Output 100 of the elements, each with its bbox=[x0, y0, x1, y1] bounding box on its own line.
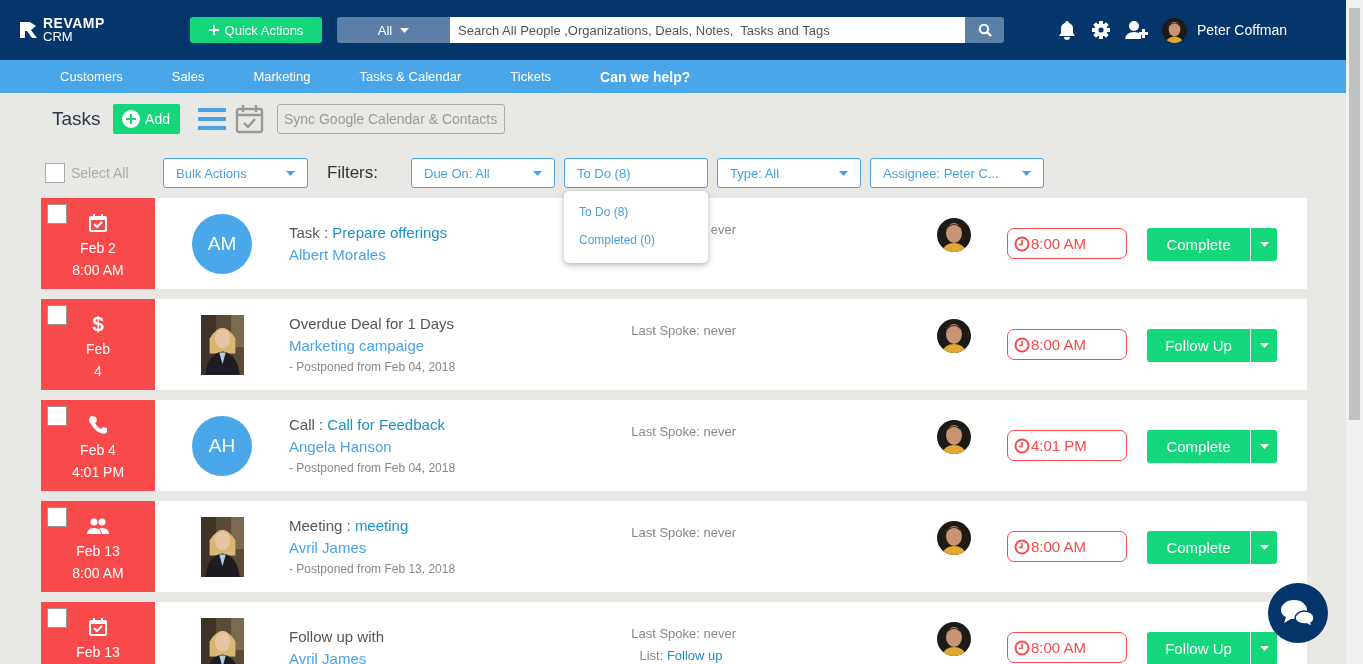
action-button[interactable]: Follow Up bbox=[1147, 632, 1250, 664]
contact-link[interactable]: Albert Morales bbox=[289, 243, 386, 266]
search-field[interactable]: Search All People ,Organizations, Deals, Notes, Tasks and Tags bbox=[450, 17, 965, 43]
last-spoke-text: ever bbox=[709, 222, 736, 238]
contact-link[interactable]: Avril James bbox=[289, 647, 367, 664]
task-title: Call : Call for Feedback bbox=[289, 414, 446, 435]
clock-icon bbox=[1014, 639, 1030, 656]
action-menu-button[interactable] bbox=[1251, 430, 1277, 463]
due-date-text: Feb 13 bbox=[76, 643, 120, 662]
due-date-text: Feb bbox=[85, 340, 111, 359]
due-date-text: Feb 2 bbox=[80, 239, 116, 258]
clock-icon bbox=[1014, 336, 1030, 353]
due-date-text: 8:00 AM bbox=[72, 564, 124, 583]
clock-icon bbox=[1014, 235, 1030, 252]
postponed-note: - Postponed from Feb 04, 2018 bbox=[289, 459, 457, 477]
filter-dropdown[interactable]: To Do (8) bbox=[564, 158, 708, 188]
avatar-initials: AM bbox=[192, 213, 252, 274]
list-view-icon[interactable] bbox=[197, 107, 226, 131]
caret-icon bbox=[1259, 242, 1269, 247]
action-button[interactable]: Complete bbox=[1147, 228, 1250, 261]
filters-label: Filters: bbox=[327, 163, 378, 183]
nav-link[interactable]: Can we help? bbox=[600, 68, 691, 85]
logo-text: REVAMP CRM bbox=[43, 17, 105, 43]
caret-icon bbox=[400, 27, 410, 33]
postponed-note: - Postponed from Feb 04, 2018 bbox=[289, 358, 457, 376]
avatar-initials: AH bbox=[192, 415, 252, 476]
action-menu-button[interactable] bbox=[1251, 228, 1277, 261]
last-spoke-text: Last Spoke: never bbox=[630, 525, 736, 541]
due-time-badge: 8:00 AM bbox=[1007, 329, 1127, 360]
checkbox[interactable] bbox=[47, 406, 67, 426]
chat-icon[interactable] bbox=[1280, 598, 1316, 628]
calendar-view-icon[interactable] bbox=[234, 104, 264, 134]
action-button[interactable]: Complete bbox=[1147, 430, 1250, 463]
due-time-badge: 8:00 AM bbox=[1007, 228, 1127, 259]
bulk-actions-dropdown[interactable]: Bulk Actions bbox=[163, 158, 308, 188]
checkbox[interactable] bbox=[47, 507, 67, 527]
last-spoke-text: Last Spoke: never bbox=[630, 424, 736, 440]
last-spoke-text: Last Spoke: never bbox=[630, 323, 736, 339]
logo-icon bbox=[18, 20, 40, 40]
due-time-badge: 4:01 PM bbox=[1007, 430, 1127, 461]
caret-icon bbox=[1259, 646, 1269, 651]
task-link[interactable]: meeting bbox=[354, 516, 409, 534]
due-date-text: 4:01 PM bbox=[71, 463, 125, 482]
clock-icon bbox=[1014, 437, 1030, 454]
checkbox[interactable] bbox=[47, 305, 67, 325]
action-menu-button[interactable] bbox=[1251, 531, 1277, 564]
menu-option[interactable]: Completed (0) bbox=[564, 227, 708, 255]
list-link[interactable]: Follow up bbox=[666, 648, 723, 663]
add-user-icon[interactable] bbox=[1125, 20, 1150, 40]
caret-icon bbox=[1259, 444, 1269, 449]
nav-link[interactable]: Customers bbox=[60, 69, 123, 84]
checkbox[interactable] bbox=[47, 204, 67, 224]
notification-bell-icon[interactable] bbox=[1057, 20, 1077, 40]
task-title: Meeting : meeting bbox=[289, 515, 410, 536]
page-title: Tasks bbox=[52, 108, 101, 130]
action-menu-button[interactable] bbox=[1251, 329, 1277, 362]
contact-link[interactable]: Marketing campaige bbox=[289, 334, 425, 357]
quick-actions-button[interactable]: Quick Actions bbox=[190, 17, 322, 43]
nav-link[interactable]: Sales bbox=[171, 69, 205, 84]
contact-link[interactable]: Avril James bbox=[289, 536, 367, 559]
add-button[interactable]: Add bbox=[112, 104, 180, 134]
clock-icon bbox=[1014, 538, 1030, 555]
caret-icon bbox=[1022, 170, 1031, 176]
plus-icon bbox=[208, 25, 219, 35]
task-link[interactable]: Prepare offerings bbox=[332, 223, 448, 241]
caret-icon bbox=[839, 170, 848, 176]
search-scope-dropdown[interactable]: All bbox=[337, 17, 450, 43]
postponed-note: - Postponed from Feb 13, 2018 bbox=[289, 560, 457, 578]
checkbox[interactable] bbox=[47, 608, 67, 628]
list-label: List: Follow up bbox=[638, 648, 724, 664]
scrollbar-thumb[interactable] bbox=[1349, 8, 1360, 420]
menu-option[interactable]: To Do (8) bbox=[564, 199, 708, 227]
search-button[interactable] bbox=[965, 17, 1004, 43]
nav-link[interactable]: Tickets bbox=[510, 69, 552, 84]
dollar-icon: $ bbox=[92, 312, 104, 336]
action-button[interactable]: Follow Up bbox=[1147, 329, 1250, 362]
calendar-check-icon bbox=[88, 615, 108, 639]
due-date-text: Feb 4 bbox=[80, 441, 116, 460]
search-icon bbox=[977, 23, 992, 37]
settings-icon[interactable] bbox=[1091, 20, 1111, 40]
filter-dropdown[interactable]: Type: All bbox=[717, 158, 861, 188]
due-date-text: 8:00 AM bbox=[72, 261, 124, 280]
task-link[interactable]: Call for Feedback bbox=[327, 415, 445, 433]
filter-dropdown[interactable]: Assignee: Peter C... bbox=[870, 158, 1044, 188]
sync-button[interactable]: Sync Google Calendar & Contacts bbox=[276, 104, 505, 134]
filter-dropdown[interactable]: Due On: All bbox=[411, 158, 555, 188]
last-spoke-text: Last Spoke: never bbox=[630, 626, 736, 642]
task-title: Overdue Deal for 1 Days bbox=[289, 313, 456, 334]
action-button[interactable]: Complete bbox=[1147, 531, 1250, 564]
calendar-check-icon bbox=[88, 211, 108, 235]
caret-icon bbox=[533, 170, 542, 176]
user-name[interactable]: Peter Coffman bbox=[1197, 22, 1287, 38]
nav-link[interactable]: Marketing bbox=[253, 69, 311, 84]
due-time-badge: 8:00 AM bbox=[1007, 531, 1127, 562]
nav-link[interactable]: Tasks & Calendar bbox=[359, 69, 462, 84]
caret-icon bbox=[1259, 343, 1269, 348]
checkbox[interactable] bbox=[45, 163, 65, 183]
caret-icon bbox=[286, 170, 295, 176]
contact-link[interactable]: Angela Hanson bbox=[289, 435, 392, 458]
due-time-badge: 8:00 AM bbox=[1007, 632, 1127, 663]
